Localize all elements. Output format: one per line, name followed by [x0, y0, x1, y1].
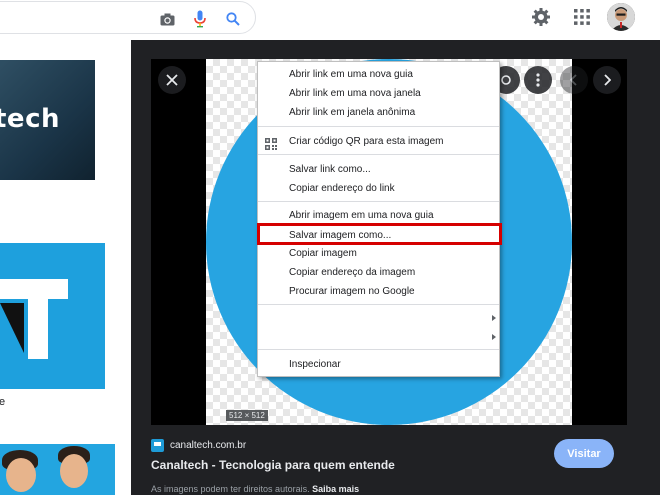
close-icon[interactable]: [158, 66, 186, 94]
thumbnail-logo-text: tech: [0, 104, 60, 134]
person-face: [6, 458, 36, 492]
results-column: tech e: [0, 40, 131, 495]
menu-item-open-link-incognito[interactable]: Abrir link em janela anônima: [289, 107, 415, 118]
menu-separator: [258, 304, 499, 305]
menu-item-save-link-as[interactable]: Salvar link como...: [289, 164, 371, 175]
logo-shape: [0, 279, 68, 299]
source-site-row[interactable]: canaltech.com.br: [151, 438, 246, 452]
source-site-name: canaltech.com.br: [170, 439, 247, 451]
menu-separator: [258, 349, 499, 350]
google-images-page: tech e 512 × 512 canaltech.com.br Canalt…: [0, 0, 660, 495]
submenu-arrow-icon[interactable]: [492, 315, 496, 321]
result-thumbnail-3[interactable]: [0, 444, 115, 495]
search-box[interactable]: [0, 1, 256, 34]
menu-item-open-link-new-window[interactable]: Abrir link em uma nova janela: [289, 88, 421, 99]
copyright-notice: As imagens podem ter direitos autorais. …: [151, 484, 359, 494]
camera-icon[interactable]: [158, 10, 176, 28]
image-dimensions-label: 512 × 512: [226, 410, 268, 421]
menu-item-save-image-as[interactable]: Salvar imagem como...: [289, 230, 391, 241]
apps-grid-icon[interactable]: [570, 5, 594, 29]
logo-shape: [28, 299, 48, 359]
previous-icon[interactable]: [560, 66, 588, 94]
menu-item-copy-image[interactable]: Copiar imagem: [289, 248, 357, 259]
menu-item-copy-image-address[interactable]: Copiar endereço da imagem: [289, 267, 415, 278]
top-bar: [0, 0, 660, 40]
menu-separator: [258, 201, 499, 202]
learn-more-link[interactable]: Saiba mais: [312, 484, 359, 494]
microphone-icon[interactable]: [191, 10, 209, 28]
menu-separator: [258, 154, 499, 155]
avatar[interactable]: [607, 3, 635, 31]
search-icon[interactable]: [224, 10, 242, 28]
result-thumbnail-1[interactable]: tech: [0, 60, 95, 180]
qr-code-icon: [265, 137, 277, 150]
next-icon[interactable]: [593, 66, 621, 94]
submenu-arrow-icon[interactable]: [492, 334, 496, 340]
context-menu: Abrir link em uma nova guia Abrir link e…: [257, 61, 502, 377]
more-icon[interactable]: [524, 66, 552, 94]
image-page-title[interactable]: Canaltech - Tecnologia para quem entende: [151, 458, 395, 472]
settings-icon[interactable]: [529, 5, 553, 29]
copyright-text: As imagens podem ter direitos autorais.: [151, 484, 310, 494]
menu-item-copy-link-address[interactable]: Copiar endereço do link: [289, 183, 395, 194]
menu-separator: [258, 126, 499, 127]
result-thumbnail-2[interactable]: [0, 243, 105, 389]
menu-item-open-link-new-tab[interactable]: Abrir link em uma nova guia: [289, 69, 413, 80]
menu-item-open-image-new-tab[interactable]: Abrir imagem em uma nova guia: [289, 210, 434, 221]
menu-item-create-qr-code[interactable]: Criar código QR para esta imagem: [289, 136, 444, 147]
menu-item-inspect[interactable]: Inspecionar: [289, 359, 341, 370]
logo-shape: [0, 303, 24, 353]
result-snippet: e: [0, 396, 6, 408]
site-favicon-icon: [151, 438, 164, 452]
visit-button[interactable]: Visitar: [554, 439, 614, 468]
person-face: [60, 454, 88, 488]
menu-item-search-image-google[interactable]: Procurar imagem no Google: [289, 286, 415, 297]
